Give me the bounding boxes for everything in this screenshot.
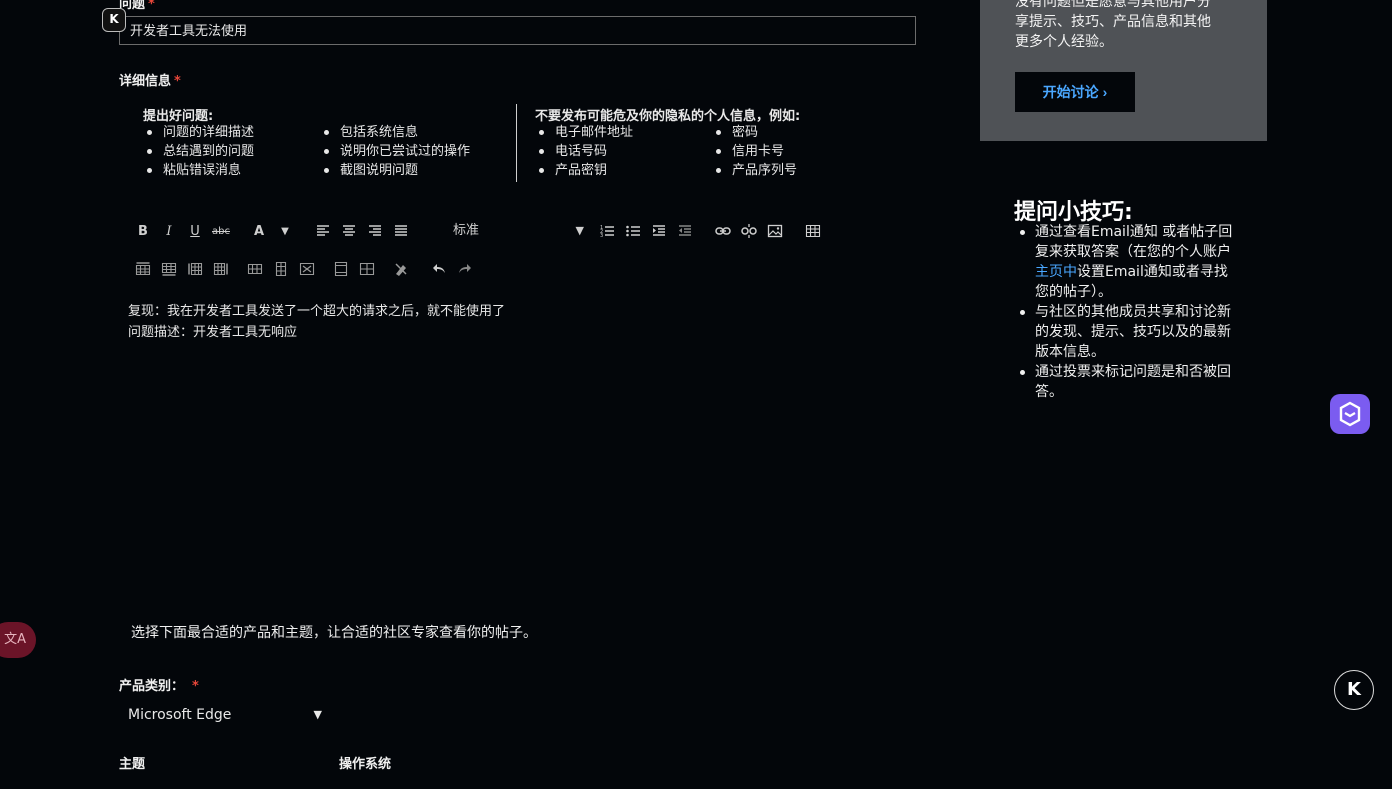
list-item: 密码 <box>712 123 797 142</box>
font-color-icon[interactable]: A <box>246 219 272 243</box>
os-label: 操作系统 <box>339 757 392 772</box>
list-item: 产品序列号 <box>712 161 797 180</box>
align-right-icon[interactable] <box>362 219 388 243</box>
list-item: 信用卡号 <box>712 142 797 161</box>
list-item: 与社区的其他成员共享和讨论新的发现、提示、技巧以及的最新版本信息。 <box>1015 302 1240 362</box>
guidance-divider <box>516 104 517 182</box>
list-item: 电子邮件地址 <box>535 123 633 142</box>
product-category-label: 产品类别： * <box>119 679 199 694</box>
underline-icon[interactable]: U <box>182 219 208 243</box>
strikethrough-icon[interactable]: abc <box>208 219 234 243</box>
svg-text:3: 3 <box>600 233 603 239</box>
chevron-down-icon: ▼ <box>575 224 584 237</box>
chevron-down-icon: ▼ <box>313 708 322 721</box>
list-item: 产品密钥 <box>535 161 633 180</box>
redo-icon[interactable] <box>452 257 478 281</box>
editor-line: 复现：我在开发者工具发送了一个超大的请求之后，就不能使用了 <box>128 304 506 319</box>
privacy-list-2: 密码 信用卡号 产品序列号 <box>712 123 797 180</box>
profile-link[interactable]: 主页中 <box>1035 264 1077 280</box>
delete-row-icon[interactable] <box>242 257 268 281</box>
product-category-select[interactable]: Microsoft Edge ▼ <box>120 703 328 727</box>
insert-column-left-icon[interactable] <box>182 257 208 281</box>
privacy-title: 不要发布可能危及你的隐私的个人信息，例如: <box>535 109 801 124</box>
assistant-icon <box>1339 401 1361 427</box>
list-item: 问题的详细描述 <box>143 123 254 142</box>
list-item: 截图说明问题 <box>320 161 470 180</box>
undo-icon[interactable] <box>426 257 452 281</box>
editor-toolbar-row-1b: 123 <box>594 219 826 243</box>
list-item: 总结遇到的问题 <box>143 142 254 161</box>
align-left-icon[interactable] <box>310 219 336 243</box>
editor-toolbar-row-2 <box>130 257 478 281</box>
list-item: 包括系统信息 <box>320 123 470 142</box>
question-input[interactable]: 开发者工具无法使用 <box>119 16 916 45</box>
list-item: 通过投票来标记问题是和否被回答。 <box>1015 362 1240 402</box>
italic-icon[interactable]: I <box>156 219 182 243</box>
list-item: 说明你已尝试过的操作 <box>320 142 470 161</box>
assistant-fab[interactable] <box>1330 394 1370 434</box>
insert-row-above-icon[interactable] <box>130 257 156 281</box>
bullet-list-icon[interactable] <box>620 219 646 243</box>
justify-icon[interactable] <box>388 219 414 243</box>
link-icon[interactable] <box>710 219 736 243</box>
table-icon[interactable] <box>800 219 826 243</box>
translate-button[interactable]: 文A <box>0 622 36 658</box>
privacy-list-1: 电子邮件地址 电话号码 产品密钥 <box>535 123 633 180</box>
insert-column-right-icon[interactable] <box>208 257 234 281</box>
unlink-icon[interactable] <box>736 219 762 243</box>
list-item: 通过查看Email通知 或者帖子回复来获取答案（在您的个人账户主页中设置Emai… <box>1015 222 1240 302</box>
k-extension-badge[interactable]: K <box>102 8 126 32</box>
bold-icon[interactable]: B <box>130 219 156 243</box>
paragraph-style-select[interactable]: 标准 ▼ <box>445 220 588 242</box>
tips-list: 通过查看Email通知 或者帖子回复来获取答案（在您的个人账户主页中设置Emai… <box>1015 222 1240 402</box>
chevron-down-icon[interactable]: ▼ <box>272 219 298 243</box>
good-question-title: 提出好问题: <box>143 109 214 124</box>
numbered-list-icon[interactable]: 123 <box>594 219 620 243</box>
indent-icon[interactable] <box>646 219 672 243</box>
product-hint: 选择下面最合适的产品和主题，让合适的社区专家查看你的帖子。 <box>131 625 537 641</box>
editor-toolbar-row-1: B I U abc A ▼ <box>130 219 414 243</box>
good-question-list-2: 包括系统信息 说明你已尝试过的操作 截图说明问题 <box>320 123 470 180</box>
list-item: 粘贴错误消息 <box>143 161 254 180</box>
k-floating-button[interactable]: K <box>1334 670 1374 710</box>
details-label: 详细信息 * <box>119 74 181 89</box>
delete-column-icon[interactable] <box>268 257 294 281</box>
chevron-right-icon: › <box>1102 84 1108 100</box>
split-cells-icon[interactable] <box>354 257 380 281</box>
insert-row-below-icon[interactable] <box>156 257 182 281</box>
good-question-list-1: 问题的详细描述 总结遇到的问题 粘贴错误消息 <box>143 123 254 180</box>
editor-line: 问题描述：开发者工具无响应 <box>128 325 298 340</box>
rich-text-editor[interactable]: 复现：我在开发者工具发送了一个超大的请求之后，就不能使用了 问题描述：开发者工具… <box>128 301 908 343</box>
topic-label: 主题 <box>119 757 146 772</box>
outdent-icon[interactable] <box>672 219 698 243</box>
start-discussion-button[interactable]: 开始讨论 › <box>1015 72 1135 112</box>
clear-formatting-icon[interactable] <box>388 257 414 281</box>
image-icon[interactable] <box>762 219 788 243</box>
discussion-description: 没有问题但是愿意与其他用户分 享提示、技巧、产品信息和其他 更多个人经验。 <box>1015 0 1211 50</box>
list-item: 电话号码 <box>535 142 633 161</box>
align-center-icon[interactable] <box>336 219 362 243</box>
merge-cells-icon[interactable] <box>328 257 354 281</box>
delete-table-icon[interactable] <box>294 257 320 281</box>
